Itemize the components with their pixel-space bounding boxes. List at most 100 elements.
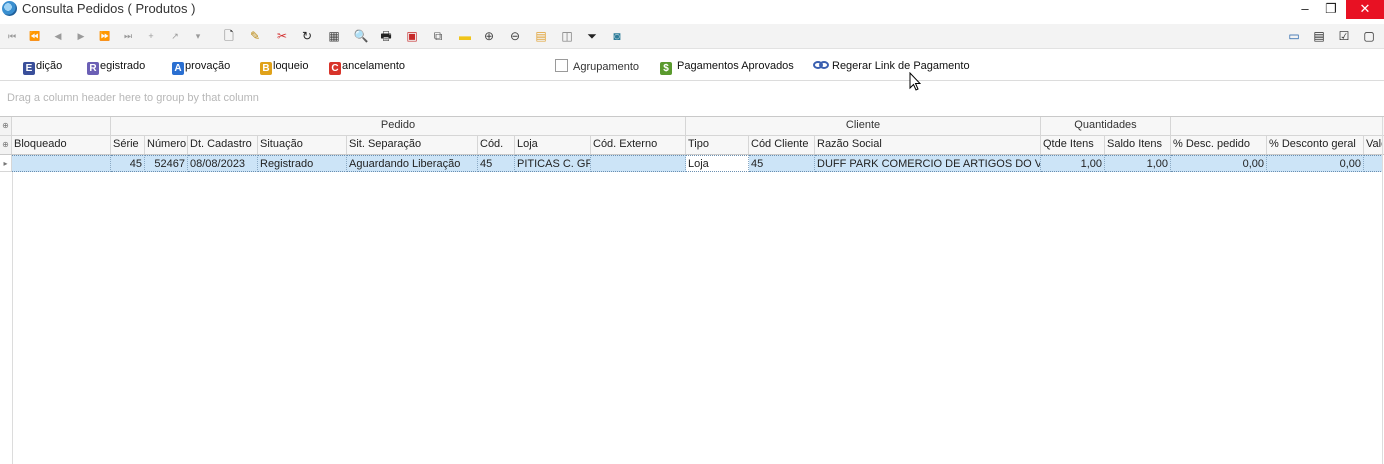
grid-right-divider [1382, 117, 1383, 464]
cell-bloqueado[interactable] [12, 155, 111, 172]
insert-record-icon[interactable]: + [143, 28, 159, 44]
col-cod[interactable]: Cód. [478, 136, 515, 154]
window-option-3-icon[interactable]: ☑ [1336, 28, 1352, 44]
agrupamento-label: Agrupamento [573, 61, 640, 73]
window-option-4-icon[interactable]: ▢ [1361, 28, 1377, 44]
properties-icon[interactable]: ▦ [326, 28, 342, 44]
col-cod-externo[interactable]: Cód. Externo [591, 136, 686, 154]
aprovacao-label: provação [185, 60, 231, 72]
prev-page-icon[interactable]: ⏪ [27, 28, 43, 44]
agrupamento-checkbox[interactable]: Agrupamento [555, 59, 639, 75]
regerar-link-button[interactable]: Regerar Link de Pagamento [813, 59, 970, 75]
refresh-icon[interactable]: ↻ [299, 28, 315, 44]
cancelamento-button[interactable]: Cancelamento [329, 59, 405, 75]
app-globe-icon [2, 1, 17, 16]
cell-sit-separacao[interactable]: Aguardando Liberação [347, 155, 478, 172]
cell-razao-social[interactable]: DUFF PARK COMERCIO DE ARTIGOS DO VES [815, 155, 1041, 172]
edit-record-icon[interactable]: ↗ [167, 28, 183, 44]
export-icon[interactable]: ▣ [404, 28, 420, 44]
agrupamento-checkbox-box[interactable] [555, 59, 568, 72]
pagamentos-aprovados-button[interactable]: $ Pagamentos Aprovados [660, 59, 794, 75]
aprovacao-button[interactable]: Aprovação [172, 59, 230, 75]
cell-serie[interactable]: 45 [111, 155, 145, 172]
grid-corner-columns[interactable]: ⊕ [0, 136, 12, 154]
band-rest [1171, 117, 1383, 135]
layout-icon[interactable]: ◫ [559, 28, 575, 44]
cancelamento-label: ancelamento [342, 60, 405, 72]
copy-icon[interactable]: ⧉ [430, 28, 446, 44]
grid-corner-top[interactable]: ⊕ [0, 117, 12, 135]
col-razao-social[interactable]: Razão Social [815, 136, 1041, 154]
col-saldo-itens[interactable]: Saldo Itens [1105, 136, 1171, 154]
registrado-button[interactable]: Registrado [87, 59, 145, 75]
cell-cod-externo[interactable] [591, 155, 686, 172]
first-record-icon[interactable]: ⏮ [4, 28, 20, 44]
cell-cod-cliente[interactable]: 45 [749, 155, 815, 172]
close-button[interactable]: ✕ [1346, 0, 1384, 19]
filter-record-icon[interactable]: ▾ [190, 28, 206, 44]
col-bloqueado[interactable]: Bloqueado [12, 136, 111, 154]
col-sit-separacao[interactable]: Sit. Separação [347, 136, 478, 154]
col-desc-pedido[interactable]: % Desc. pedido [1171, 136, 1267, 154]
main-toolbar: ⏮ ⏪ ◀ ▶ ⏩ ⏭ + ↗ ▾ 🗋 ✎ ✂ ↻ ▦ 🔍 🖶 ▣ ⧉ ▬ ⊕ … [0, 24, 1384, 49]
col-desconto-geral[interactable]: % Desconto geral [1267, 136, 1364, 154]
band-empty [12, 117, 111, 135]
edicao-button[interactable]: Edição [23, 59, 62, 75]
money-icon: $ [660, 62, 672, 75]
zoom-out-icon[interactable]: ⊖ [507, 28, 523, 44]
highlight-icon[interactable]: ▬ [457, 28, 473, 44]
new-document-icon[interactable]: 🗋 [221, 28, 237, 44]
filter-icon[interactable]: ⏷ [584, 28, 600, 44]
print-icon[interactable]: 🖶 [378, 28, 394, 44]
col-qtde-itens[interactable]: Qtde Itens [1041, 136, 1105, 154]
print-preview-icon[interactable]: 🔍 [353, 28, 369, 44]
col-cod-cliente[interactable]: Cód Cliente [749, 136, 815, 154]
cell-cod[interactable]: 45 [478, 155, 515, 172]
delete-icon[interactable]: ✂ [274, 28, 290, 44]
cell-tipo[interactable]: Loja [686, 155, 749, 172]
next-page-icon[interactable]: ⏩ [97, 28, 113, 44]
window-option-2-icon[interactable]: ▤ [1311, 28, 1327, 44]
bloqueio-label: loqueio [273, 60, 309, 72]
title-bar: Consulta Pedidos ( Produtos ) – ❐ ✕ [0, 0, 1384, 19]
col-serie[interactable]: Série [111, 136, 145, 154]
cell-numero[interactable]: 52467 [145, 155, 188, 172]
grid-left-divider [12, 172, 13, 464]
cell-desconto-geral[interactable]: 0,00 [1267, 155, 1364, 172]
band-cliente[interactable]: Cliente [686, 117, 1041, 135]
cell-qtde-itens[interactable]: 1,00 [1041, 155, 1105, 172]
col-situacao[interactable]: Situação [258, 136, 347, 154]
next-record-icon[interactable]: ▶ [73, 28, 89, 44]
col-dt-cadastro[interactable]: Dt. Cadastro [188, 136, 258, 154]
report-icon[interactable]: ◙ [609, 28, 625, 44]
band-pedido[interactable]: Pedido [111, 117, 686, 135]
window-option-1-icon[interactable]: ▭ [1286, 28, 1302, 44]
cell-valor[interactable] [1364, 155, 1383, 172]
column-header-row: ⊕ Bloqueado Série Número Dt. Cadastro Si… [0, 136, 1384, 155]
cell-situacao[interactable]: Registrado [258, 155, 347, 172]
band-quantidades[interactable]: Quantidades [1041, 117, 1171, 135]
last-record-icon[interactable]: ⏭ [120, 28, 136, 44]
prev-record-icon[interactable]: ◀ [50, 28, 66, 44]
col-loja[interactable]: Loja [515, 136, 591, 154]
window-title: Consulta Pedidos ( Produtos ) [22, 1, 196, 16]
group-by-panel[interactable]: Drag a column header here to group by th… [0, 89, 1384, 109]
approval-icon: A [172, 62, 184, 75]
columns-icon[interactable]: ▤ [533, 28, 549, 44]
col-tipo[interactable]: Tipo [686, 136, 749, 154]
cell-loja[interactable]: PITICAS C. GR [515, 155, 591, 172]
cell-desc-pedido[interactable]: 0,00 [1171, 155, 1267, 172]
col-valor[interactable]: Valo [1364, 136, 1383, 154]
registered-icon: R [87, 62, 99, 75]
zoom-in-icon[interactable]: ⊕ [481, 28, 497, 44]
col-numero[interactable]: Número [145, 136, 188, 154]
cell-saldo-itens[interactable]: 1,00 [1105, 155, 1171, 172]
link-icon [813, 61, 829, 69]
row-indicator-icon[interactable]: ▸ [0, 155, 12, 172]
cell-dt-cadastro[interactable]: 08/08/2023 [188, 155, 258, 172]
band-header-row: ⊕ Pedido Cliente Quantidades [0, 117, 1384, 136]
table-row[interactable]: ▸ 45 52467 08/08/2023 Registrado Aguarda… [0, 155, 1384, 172]
restore-button[interactable]: ❐ [1316, 0, 1346, 19]
edit-document-icon[interactable]: ✎ [247, 28, 263, 44]
bloqueio-button[interactable]: Bloqueio [260, 59, 308, 75]
